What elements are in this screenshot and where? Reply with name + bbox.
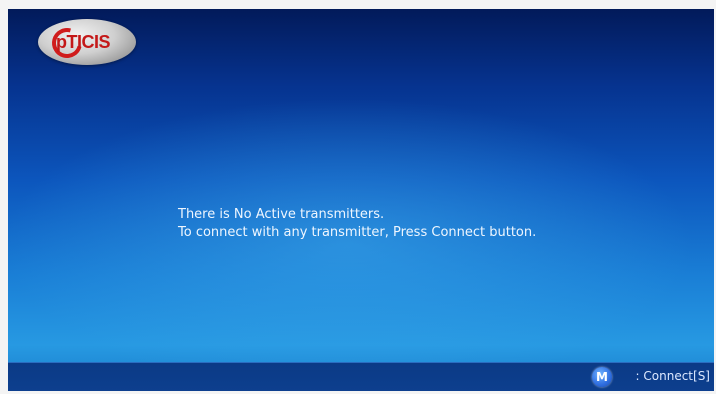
menu-button-icon[interactable]: M — [592, 367, 612, 387]
message-line-2: To connect with any transmitter, Press C… — [178, 225, 537, 240]
status-message: There is No Active transmitters. To conn… — [178, 206, 536, 242]
opticis-logo: pTICIS — [38, 19, 136, 65]
message-line-1: There is No Active transmitters. — [178, 207, 385, 222]
logo-text: pTICIS — [56, 32, 111, 52]
monitor-frame: pTICIS There is No Active transmitters. … — [0, 0, 716, 394]
connect-hint: : Connect[S] — [635, 369, 710, 383]
bottom-status-bar: M : Connect[S] — [8, 362, 714, 391]
no-signal-screen: pTICIS There is No Active transmitters. … — [8, 9, 714, 391]
